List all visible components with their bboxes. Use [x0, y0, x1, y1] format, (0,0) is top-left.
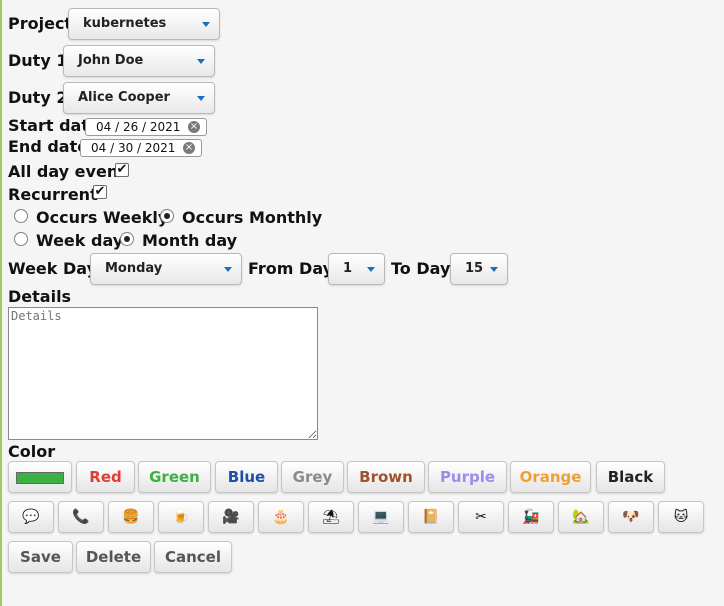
month-day-radio-label: Month day — [142, 231, 238, 250]
chevron-down-icon — [224, 267, 232, 272]
to-day-select[interactable]: 15 — [450, 253, 508, 285]
color-black-button[interactable]: Black — [596, 461, 665, 493]
from-day-select-value: 1 — [343, 261, 353, 276]
chevron-down-icon — [202, 22, 210, 27]
start-date-input[interactable]: 04 / 26 / 2021 × — [85, 118, 207, 136]
phone-button[interactable]: 📞 — [58, 501, 104, 533]
save-button[interactable]: Save — [8, 541, 73, 573]
train-button[interactable]: 🚂 — [508, 501, 554, 533]
dog-icon: 🐶 — [622, 509, 640, 525]
details-textarea[interactable] — [8, 307, 318, 440]
project-select[interactable]: kubernetes — [68, 8, 220, 40]
clear-icon[interactable]: × — [183, 142, 195, 154]
color-swatch-button[interactable] — [8, 461, 72, 493]
left-border — [0, 0, 2, 606]
week-day-select-value: Monday — [105, 261, 163, 276]
occurs-monthly-radio[interactable] — [160, 209, 174, 223]
cake-button[interactable]: 🎂 — [258, 501, 304, 533]
color-brown-button[interactable]: Brown — [347, 461, 425, 493]
all-day-label: All day event — [8, 162, 126, 181]
from-day-select[interactable]: 1 — [328, 253, 385, 285]
color-red-button[interactable]: Red — [76, 461, 135, 493]
color-grey-button[interactable]: Grey — [281, 461, 344, 493]
cake-icon: 🎂 — [272, 509, 290, 525]
week-day-label: Week Day — [8, 259, 98, 278]
beach-umbrella-button[interactable]: ⛱ — [308, 501, 354, 533]
house-button[interactable]: 🏡 — [558, 501, 604, 533]
occurs-weekly-label: Occurs Weekly — [36, 208, 169, 227]
to-day-label: To Day — [391, 259, 451, 278]
duty1-label: Duty 1 — [8, 51, 68, 70]
occurs-weekly-radio[interactable] — [14, 209, 28, 223]
chevron-down-icon — [367, 267, 375, 272]
clear-icon[interactable]: × — [188, 121, 200, 133]
end-date-label: End date — [8, 137, 89, 156]
end-date-value: 04 / 30 / 2021 — [91, 141, 176, 155]
details-label: Details — [8, 287, 72, 306]
laptop-button[interactable]: 💻 — [358, 501, 404, 533]
week-day-radio[interactable] — [14, 232, 28, 246]
scissors-button[interactable]: ✂ — [458, 501, 504, 533]
duty2-label: Duty 2 — [8, 88, 68, 107]
house-icon: 🏡 — [572, 509, 590, 525]
color-label: Color — [8, 442, 56, 461]
to-day-select-value: 15 — [465, 261, 484, 276]
color-blue-button[interactable]: Blue — [215, 461, 278, 493]
all-day-checkbox[interactable]: ✔ — [115, 163, 129, 177]
burger-icon: 🍔 — [122, 509, 140, 525]
chevron-down-icon — [197, 96, 205, 101]
duty1-select-value: John Doe — [78, 53, 144, 68]
notebook-button[interactable]: 📔 — [408, 501, 454, 533]
notebook-icon: 📔 — [422, 509, 440, 525]
recurrent-label: Recurrent — [8, 185, 98, 204]
scissors-icon: ✂ — [475, 509, 487, 525]
cat-icon: 🐱 — [673, 509, 689, 525]
cat-button[interactable]: 🐱 — [658, 501, 704, 533]
duty2-select[interactable]: Alice Cooper — [63, 82, 215, 114]
speech-bubble-icon: 💬 — [22, 509, 40, 525]
movie-camera-icon: 🎥 — [222, 509, 240, 525]
color-purple-button[interactable]: Purple — [428, 461, 507, 493]
end-date-input[interactable]: 04 / 30 / 2021 × — [80, 139, 202, 157]
laptop-icon: 💻 — [372, 509, 390, 525]
week-day-select[interactable]: Monday — [90, 253, 242, 285]
movie-camera-button[interactable]: 🎥 — [208, 501, 254, 533]
speech-bubble-button[interactable]: 💬 — [8, 501, 54, 533]
duty1-select[interactable]: John Doe — [63, 45, 215, 77]
dog-button[interactable]: 🐶 — [608, 501, 654, 533]
project-select-value: kubernetes — [83, 16, 167, 31]
start-date-value: 04 / 26 / 2021 — [96, 120, 181, 134]
phone-icon: 📞 — [72, 509, 90, 525]
train-icon: 🚂 — [522, 509, 540, 525]
occurs-monthly-label: Occurs Monthly — [182, 208, 323, 227]
month-day-radio[interactable] — [120, 232, 134, 246]
beach-umbrella-icon: ⛱ — [322, 509, 340, 525]
beer-icon: 🍺 — [172, 509, 190, 525]
week-day-radio-label: Week day — [36, 231, 124, 250]
color-orange-button[interactable]: Orange — [510, 461, 591, 493]
project-label: Project — [8, 14, 73, 33]
duty2-select-value: Alice Cooper — [78, 90, 170, 105]
beer-button[interactable]: 🍺 — [158, 501, 204, 533]
recurrent-checkbox[interactable]: ✔ — [93, 185, 107, 199]
burger-button[interactable]: 🍔 — [108, 501, 154, 533]
delete-button[interactable]: Delete — [76, 541, 151, 573]
chevron-down-icon — [490, 267, 498, 272]
from-day-label: From Day — [248, 259, 334, 278]
chevron-down-icon — [197, 59, 205, 64]
cancel-button[interactable]: Cancel — [154, 541, 232, 573]
color-green-button[interactable]: Green — [138, 461, 211, 493]
color-swatch — [16, 472, 64, 484]
